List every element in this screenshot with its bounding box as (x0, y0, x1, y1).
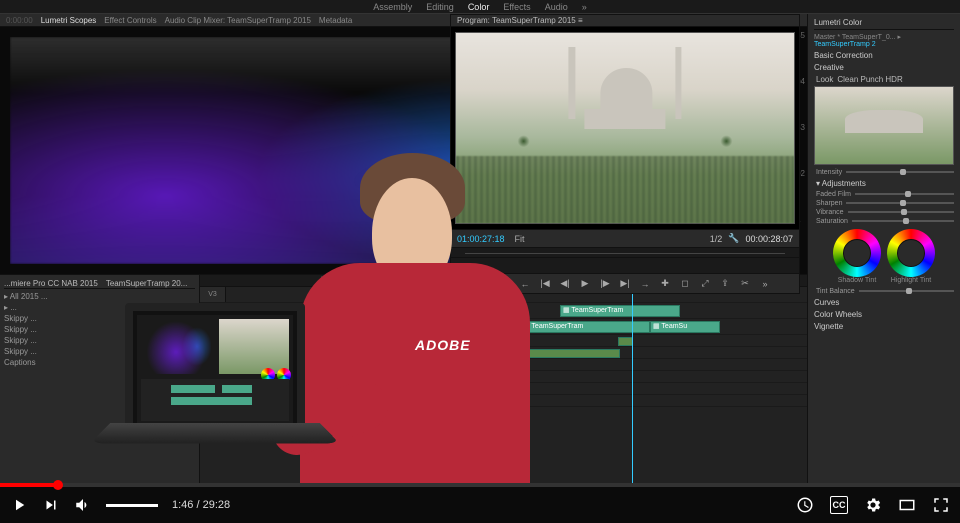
youtube-watch-later-button[interactable] (796, 496, 814, 514)
extract-btn[interactable]: ⤢ (699, 278, 711, 290)
workspace-tab-audio[interactable]: Audio (545, 2, 568, 12)
workspace-tab-color[interactable]: Color (468, 2, 490, 12)
highlight-tint-wheel[interactable] (887, 229, 935, 277)
bin-row[interactable]: ▸ All 2015 ... (4, 291, 195, 302)
youtube-time-display: 1:46 / 29:28 (172, 499, 230, 511)
lumetri-seq-link[interactable]: TeamSuperTramp 2 (814, 41, 876, 48)
presenter-figure: ADOBE (300, 123, 530, 483)
slider-intensity[interactable] (846, 171, 954, 173)
video-content-area: Assembly Editing Color Effects Audio » 0… (0, 0, 960, 483)
workspace-tab-editing[interactable]: Editing (426, 2, 454, 12)
youtube-control-bar: 1:46 / 29:28 CC (0, 483, 960, 523)
look-preview[interactable] (814, 86, 954, 165)
youtube-play-button[interactable] (10, 496, 28, 514)
program-duration: 00:00:28:07 (745, 234, 793, 244)
youtube-cc-button[interactable]: CC (830, 496, 848, 514)
timeline-playhead[interactable] (632, 275, 633, 483)
go-to-out-btn[interactable]: → (639, 278, 651, 290)
play-btn[interactable]: ▶ (579, 278, 591, 290)
step-back-btn[interactable]: |◀ (539, 278, 551, 290)
safe-margin-btn[interactable]: ✂ (739, 278, 751, 290)
prev-frame-btn[interactable]: ◀| (559, 278, 571, 290)
clip-a1[interactable] (618, 337, 633, 346)
program-menu-icon[interactable]: ≡ (578, 16, 583, 25)
youtube-next-button[interactable] (42, 496, 60, 514)
clip-v1a[interactable]: ▦ TeamSuperTram (520, 321, 650, 333)
next-frame-btn[interactable]: |▶ (599, 278, 611, 290)
transport-overflow-btn[interactable]: » (759, 278, 771, 290)
add-marker-btn[interactable]: ✚ (659, 278, 671, 290)
look-preset-dropdown[interactable]: Clean Punch HDR (837, 75, 902, 84)
clip-a2[interactable] (520, 349, 620, 358)
slider-vibrance[interactable] (848, 211, 954, 213)
laptop-prop (110, 303, 320, 483)
section-curves[interactable]: Curves (814, 298, 954, 307)
youtube-scrubber-handle[interactable] (53, 480, 63, 490)
youtube-fullscreen-button[interactable] (932, 496, 950, 514)
project-tab-app[interactable]: ...miere Pro CC NAB 2015 (4, 279, 98, 288)
section-creative[interactable]: Creative (814, 63, 954, 72)
tab-audio-clip-mixer[interactable]: Audio Clip Mixer: TeamSuperTramp 2015 (165, 16, 311, 25)
wrench-icon[interactable]: 🔧 (728, 233, 739, 244)
scope-tc: 0:00:00 (6, 16, 33, 25)
track-v3[interactable]: V3 (200, 287, 226, 302)
project-tab-seq[interactable]: TeamSuperTramp 20... (106, 279, 188, 288)
slider-saturation[interactable] (852, 220, 954, 222)
export-frame-btn[interactable]: ⇪ (719, 278, 731, 290)
workspace-tab-bar: Assembly Editing Color Effects Audio » (0, 0, 960, 14)
section-basic-correction[interactable]: Basic Correction (814, 51, 954, 60)
workspace-tab-effects[interactable]: Effects (503, 2, 530, 12)
laptop-program-thumb (219, 319, 289, 374)
presenter-shirt-logo: ADOBE (415, 337, 471, 353)
youtube-progress-bar[interactable] (0, 483, 960, 487)
section-color-wheels[interactable]: Color Wheels (814, 310, 954, 319)
laptop-scope-thumb (141, 319, 211, 374)
youtube-volume-button[interactable] (74, 496, 92, 514)
slider-sharpen[interactable] (846, 202, 954, 204)
program-title: Program: TeamSuperTramp 2015 (457, 16, 576, 25)
slider-faded-film[interactable] (855, 193, 954, 195)
workspace-overflow[interactable]: » (582, 2, 587, 12)
tab-lumetri-scopes[interactable]: Lumetri Scopes (41, 16, 97, 25)
tab-metadata[interactable]: Metadata (319, 16, 352, 25)
workspace-tab-assembly[interactable]: Assembly (373, 2, 412, 12)
lumetri-title: Lumetri Color (814, 18, 954, 30)
shadow-tint-wheel[interactable] (833, 229, 881, 277)
clip-v1b[interactable]: ▦ TeamSu (650, 321, 720, 333)
section-vignette[interactable]: Vignette (814, 322, 954, 331)
slider-label-tint-balance: Tint Balance (816, 288, 855, 295)
slider-label-sharpen: Sharpen (816, 200, 842, 207)
shadow-tint-label: Shadow Tint (833, 277, 881, 284)
lumetri-color-panel: Lumetri Color Master * TeamSuperT_0... ▸… (808, 14, 960, 483)
youtube-settings-button[interactable] (864, 496, 882, 514)
program-resolution[interactable]: 1/2 (710, 234, 723, 244)
section-adjustments[interactable]: ▾ Adjustments (814, 179, 954, 188)
youtube-volume-slider[interactable] (106, 504, 158, 507)
tab-effect-controls[interactable]: Effect Controls (104, 16, 156, 25)
slider-label-intensity: Intensity (816, 169, 842, 176)
slider-label-faded-film: Faded Film (816, 191, 851, 198)
slider-tint-balance[interactable] (859, 290, 954, 292)
step-fwd-btn[interactable]: ▶| (619, 278, 631, 290)
slider-label-vibrance: Vibrance (816, 209, 844, 216)
youtube-theater-button[interactable] (898, 496, 916, 514)
slider-label-saturation: Saturation (816, 218, 848, 225)
lumetri-master: Master * TeamSuperT_0... (814, 34, 896, 41)
highlight-tint-label: Highlight Tint (887, 277, 935, 284)
lift-btn[interactable]: ◻ (679, 278, 691, 290)
clip-v2[interactable]: ▦ TeamSuperTram (560, 305, 680, 317)
look-label: Look (816, 75, 833, 84)
